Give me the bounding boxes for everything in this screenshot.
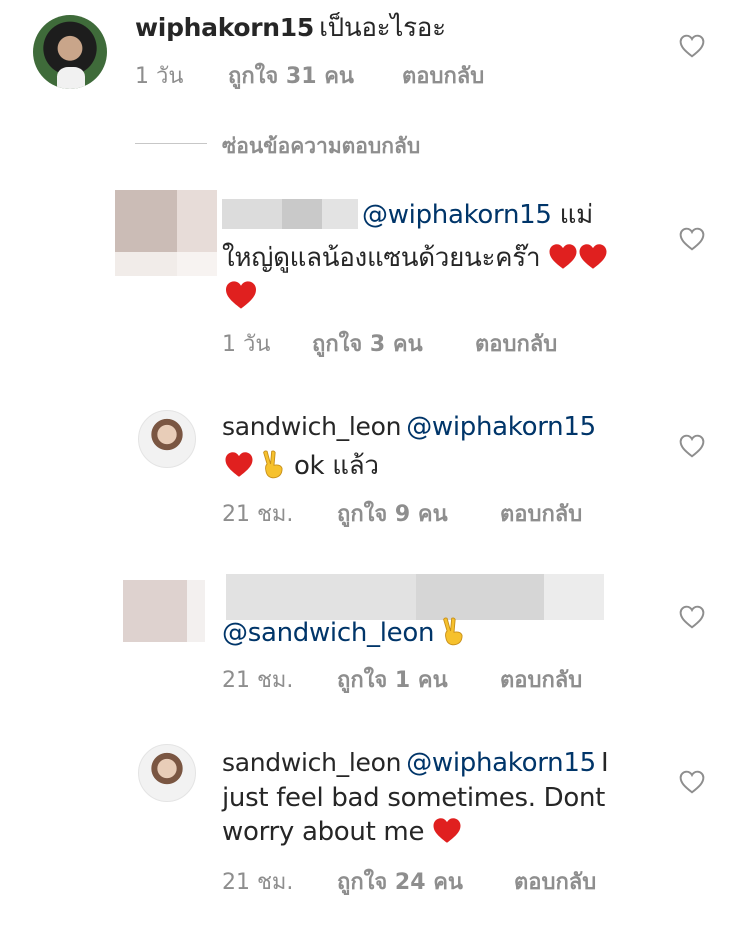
red-heart-emoji [549, 244, 577, 269]
reply-button[interactable]: ตอบกลับ [402, 58, 484, 93]
comment-body: I [600, 748, 609, 778]
comment-text: @wiphakorn15 แม่ [362, 198, 593, 232]
comment-body: แม่ [559, 200, 594, 230]
likes-count[interactable]: ถูกใจ 3 คน [312, 326, 423, 361]
comment-text-line: ใหญ่ดูแลน้องแซนด้วยนะคร๊า [222, 241, 608, 275]
blurred-avatar [123, 580, 205, 642]
comment-body: worry about me [222, 817, 425, 847]
blurred-username [226, 574, 604, 620]
heart-outline-icon[interactable] [679, 34, 705, 58]
comment-text: sandwich_leon @wiphakorn15 I [222, 746, 609, 783]
replies-divider [135, 143, 207, 144]
comment-text-line: worry about me [222, 815, 462, 849]
avatar[interactable] [33, 15, 107, 89]
red-heart-emoji [579, 244, 607, 269]
likes-count[interactable]: ถูกใจ 1 คน [337, 662, 448, 697]
heart-outline-icon[interactable] [679, 227, 705, 251]
comment-body: ใหญ่ดูแลน้องแซนด้วยนะคร๊า [222, 243, 541, 273]
mention-link[interactable]: @sandwich_leon [222, 618, 434, 648]
comment-time: 21 ชม. [222, 870, 294, 895]
comment-text: @sandwich_leon [222, 616, 466, 650]
heart-outline-icon[interactable] [679, 605, 705, 629]
comment-time: 1 วัน [222, 332, 271, 357]
reply-button[interactable]: ตอบกลับ [514, 864, 596, 899]
username[interactable]: sandwich_leon [222, 412, 401, 441]
comment-time: 1 วัน [135, 64, 184, 89]
red-heart-emoji [226, 281, 256, 309]
blurred-username [222, 199, 358, 229]
mention-link[interactable]: @wiphakorn15 [406, 748, 596, 778]
victory-hand-emoji [443, 617, 463, 646]
red-heart-emoji [433, 818, 461, 843]
avatar[interactable] [138, 744, 196, 802]
comment-body: ok แล้ว [293, 451, 379, 481]
likes-count[interactable]: ถูกใจ 24 คน [337, 864, 463, 899]
comments-list: wiphakorn15 เป็นอะไรอะ 1 วัน ถูกใจ 31 คน… [0, 0, 750, 937]
heart-outline-icon[interactable] [679, 434, 705, 458]
comment-time: 21 ชม. [222, 668, 294, 693]
comment-text-line: ok แล้ว [224, 449, 379, 483]
username[interactable]: wiphakorn15 [135, 13, 314, 42]
comment-text: wiphakorn15 เป็นอะไรอะ [135, 11, 446, 48]
blurred-avatar [115, 190, 217, 276]
comment-body: เป็นอะไรอะ [319, 13, 446, 43]
reply-button[interactable]: ตอบกลับ [500, 662, 582, 697]
hide-replies-button[interactable]: ซ่อนข้อความตอบกลับ [222, 130, 420, 163]
likes-count[interactable]: ถูกใจ 31 คน [228, 58, 354, 93]
avatar[interactable] [138, 410, 196, 468]
comment-body: just feel bad sometimes. Dont [222, 783, 606, 813]
reply-button[interactable]: ตอบกลับ [500, 496, 582, 531]
mention-link[interactable]: @wiphakorn15 [362, 200, 552, 230]
comment-text: sandwich_leon @wiphakorn15 [222, 410, 596, 447]
heart-outline-icon[interactable] [679, 770, 705, 794]
likes-count[interactable]: ถูกใจ 9 คน [337, 496, 448, 531]
victory-hand-emoji [263, 450, 283, 479]
mention-link[interactable]: @wiphakorn15 [406, 412, 596, 442]
reply-button[interactable]: ตอบกลับ [475, 326, 557, 361]
comment-time: 21 ชม. [222, 502, 294, 527]
red-heart-emoji [225, 452, 253, 477]
username[interactable]: sandwich_leon [222, 748, 401, 777]
